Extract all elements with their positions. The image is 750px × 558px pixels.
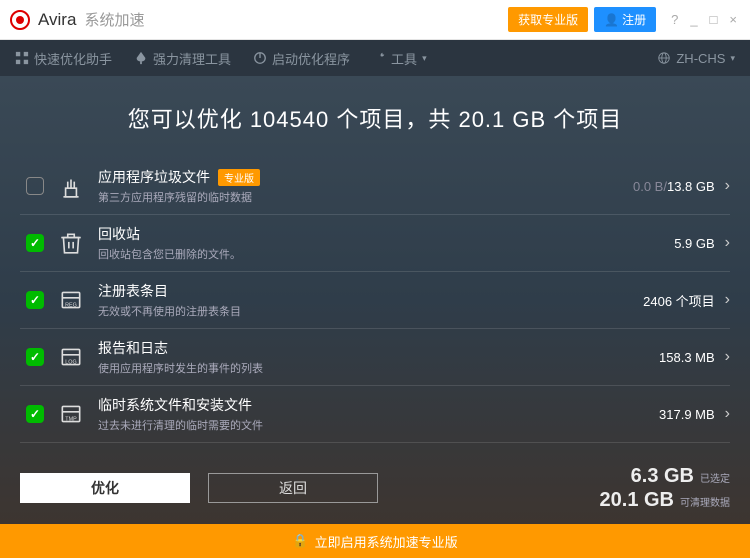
footer: 优化 返回 6.3 GB 已选定 20.1 GB 可清理数据 <box>0 454 750 524</box>
result-row[interactable]: LOG 报告和日志使用应用程序时发生的事件的列表158.3 MB › <box>20 329 730 386</box>
chevron-right-icon: › <box>725 405 730 423</box>
tool-quick-optimize[interactable]: 快速优化助手 <box>15 49 112 68</box>
selected-label: 已选定 <box>700 474 730 486</box>
get-pro-button[interactable]: 获取专业版 <box>508 7 588 32</box>
spade-icon <box>134 51 148 65</box>
close-button[interactable]: × <box>726 12 740 27</box>
result-row[interactable]: 回收站回收站包含您已删除的文件。5.9 GB › <box>20 215 730 272</box>
row-value: 317.9 MB <box>659 407 715 422</box>
svg-text:TMP: TMP <box>65 417 77 423</box>
chevron-right-icon: › <box>725 177 730 195</box>
grid-icon <box>15 51 29 65</box>
scan-results-list: 应用程序垃圾文件专业版第三方应用程序残留的临时数据0.0 B/13.8 GB›回… <box>0 158 750 454</box>
optimize-button[interactable]: 优化 <box>20 473 190 503</box>
maximize-button[interactable]: □ <box>707 12 721 27</box>
chevron-down-icon: ▾ <box>422 53 427 64</box>
row-checkbox[interactable] <box>26 234 44 252</box>
row-value: 158.3 MB <box>659 350 715 365</box>
minimize-button[interactable]: _ <box>687 12 700 27</box>
row-title: 应用程序垃圾文件专业版 <box>98 167 633 187</box>
row-value: 5.9 GB <box>674 236 714 251</box>
titlebar: Avira 系统加速 获取专业版 👤 注册 ? _ □ × <box>0 0 750 40</box>
row-title: 临时系统文件和安装文件 <box>98 395 659 415</box>
category-icon <box>58 230 84 256</box>
selected-size: 6.3 GB <box>631 464 694 488</box>
result-row[interactable]: REG 注册表条目无效或不再使用的注册表条目2406 个项目 › <box>20 272 730 329</box>
row-description: 过去未进行清理的临时需要的文件 <box>98 417 659 433</box>
pro-banner[interactable]: 🔒 立即启用系统加速专业版 <box>0 524 750 558</box>
brand-name: Avira <box>38 10 76 30</box>
result-row[interactable]: TMP 临时系统文件和安装文件过去未进行清理的临时需要的文件317.9 MB › <box>20 386 730 443</box>
category-icon <box>58 173 84 199</box>
cleanable-label: 可清理数据 <box>680 498 730 510</box>
wrench-icon <box>372 51 386 65</box>
app-subtitle: 系统加速 <box>84 9 144 30</box>
row-description: 第三方应用程序残留的临时数据 <box>98 189 633 205</box>
help-button[interactable]: ? <box>668 12 681 27</box>
chevron-right-icon: › <box>725 348 730 366</box>
row-description: 使用应用程序时发生的事件的列表 <box>98 360 659 376</box>
row-title: 报告和日志 <box>98 338 659 358</box>
window-controls: ? _ □ × <box>668 12 740 27</box>
register-button[interactable]: 👤 注册 <box>594 7 656 32</box>
category-icon: TMP <box>58 401 84 427</box>
chevron-right-icon: › <box>725 234 730 252</box>
chevron-right-icon: › <box>725 291 730 309</box>
scan-headline: 您可以优化 104540 个项目，共 20.1 GB 个项目 <box>0 76 750 158</box>
user-icon: 👤 <box>604 13 619 27</box>
pro-badge: 专业版 <box>218 169 260 186</box>
back-button[interactable]: 返回 <box>208 473 378 503</box>
row-description: 回收站包含您已删除的文件。 <box>98 246 674 262</box>
cleanable-size: 20.1 GB <box>600 488 674 512</box>
chevron-down-icon: ▾ <box>730 53 735 64</box>
row-checkbox[interactable] <box>26 405 44 423</box>
row-description: 无效或不再使用的注册表条目 <box>98 303 643 319</box>
row-checkbox[interactable] <box>26 177 44 195</box>
svg-text:LOG: LOG <box>65 360 76 366</box>
power-icon <box>253 51 267 65</box>
tool-tools[interactable]: 工具 ▾ <box>372 49 427 68</box>
tool-deep-clean[interactable]: 强力清理工具 <box>134 49 231 68</box>
svg-text:REG: REG <box>65 303 77 309</box>
row-title: 回收站 <box>98 224 674 244</box>
category-icon: REG <box>58 287 84 313</box>
row-value: 2406 个项目 <box>643 291 715 310</box>
main-panel: 您可以优化 104540 个项目，共 20.1 GB 个项目 应用程序垃圾文件专… <box>0 76 750 524</box>
totals: 6.3 GB 已选定 20.1 GB 可清理数据 <box>600 464 730 512</box>
row-value: 0.0 B/13.8 GB <box>633 179 715 194</box>
result-row[interactable]: 启动应用程序系统启动时运行的应用程序3 个项目› <box>20 443 730 454</box>
row-checkbox[interactable] <box>26 348 44 366</box>
category-icon: LOG <box>58 344 84 370</box>
lock-icon: 🔒 <box>292 533 308 549</box>
logo-icon <box>10 10 30 30</box>
globe-icon <box>657 51 671 65</box>
row-title: 注册表条目 <box>98 281 643 301</box>
row-checkbox[interactable] <box>26 291 44 309</box>
result-row[interactable]: 应用程序垃圾文件专业版第三方应用程序残留的临时数据0.0 B/13.8 GB › <box>20 158 730 215</box>
language-selector[interactable]: ZH-CHS ▾ <box>657 51 735 66</box>
tool-startup[interactable]: 启动优化程序 <box>253 49 350 68</box>
toolbar: 快速优化助手 强力清理工具 启动优化程序 工具 ▾ ZH-CHS ▾ <box>0 40 750 76</box>
